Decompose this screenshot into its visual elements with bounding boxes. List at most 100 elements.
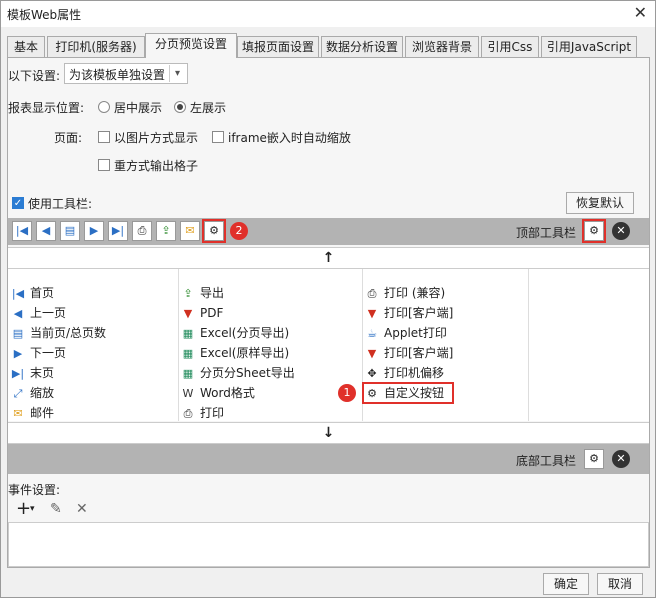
iframe-zoom-checkbox[interactable] bbox=[212, 131, 224, 143]
scope-value: 为该模板单独设置 bbox=[69, 68, 166, 82]
grid-item-excel-sheet[interactable]: ▦ 分页分Sheet导出 bbox=[180, 363, 295, 383]
grid-item-label: 邮件 bbox=[30, 406, 55, 420]
tab-browser-bg[interactable]: 浏览器背景 bbox=[405, 36, 479, 58]
mail-icon[interactable]: ✉ bbox=[180, 221, 200, 241]
next-page-icon[interactable]: ▶ bbox=[84, 221, 104, 241]
grid-item-label: Applet打印 bbox=[384, 326, 447, 340]
close-icon[interactable]: ✕ bbox=[634, 3, 647, 22]
bottom-toolbar-bar: 底部工具栏 ⚙ ✕ bbox=[8, 444, 649, 474]
radio-center[interactable] bbox=[98, 101, 110, 113]
redraw-grid-label: 重方式输出格子 bbox=[114, 159, 199, 173]
print-icon[interactable]: ⎙ bbox=[132, 221, 152, 241]
excel-icon: ▦ bbox=[182, 367, 194, 380]
grid-item-printer-offset[interactable]: ✥ 打印机偏移 bbox=[364, 363, 444, 383]
grid-item-first[interactable]: |◀ 首页 bbox=[10, 283, 54, 303]
bottom-toolbar-label: 底部工具栏 bbox=[516, 454, 577, 468]
excel-icon: ▦ bbox=[182, 347, 194, 360]
toolbar-clear-icon[interactable]: ✕ bbox=[612, 222, 630, 240]
grid-item-label: Excel(分页导出) bbox=[200, 326, 290, 340]
grid-item-applet-print[interactable]: ☕ Applet打印 bbox=[364, 323, 447, 343]
tab-printer-server[interactable]: 打印机(服务器) bbox=[47, 36, 145, 58]
edit-icon[interactable]: ✎ bbox=[50, 501, 62, 517]
grid-item-label: Word格式 bbox=[200, 386, 255, 400]
dialog-window: 模板Web属性 ✕ 基本 打印机(服务器) 分页预览设置 填报页面设置 数据分析… bbox=[0, 0, 656, 598]
ok-button[interactable]: 确定 bbox=[543, 573, 589, 595]
grid-item-print-compat[interactable]: ⎙ 打印 (兼容) bbox=[364, 283, 446, 303]
export-icon[interactable]: ⇪ bbox=[156, 221, 176, 241]
events-list[interactable] bbox=[8, 522, 649, 567]
grid-item-label: 末页 bbox=[30, 366, 55, 380]
redraw-grid-checkbox[interactable] bbox=[98, 159, 110, 171]
scope-label: 以下设置: bbox=[8, 69, 61, 83]
cancel-button[interactable]: 取消 bbox=[597, 573, 643, 595]
use-toolbar-checkbox[interactable]: ✓ bbox=[12, 197, 24, 209]
page-count-icon[interactable]: ▤ bbox=[60, 221, 80, 241]
toolbar-settings-gear-icon[interactable]: ⚙ bbox=[584, 449, 604, 469]
restore-default-button[interactable]: 恢复默认 bbox=[566, 192, 634, 214]
pdf-print-icon: ▼ bbox=[367, 307, 377, 320]
grid-item-word[interactable]: W Word格式 bbox=[180, 383, 255, 403]
title-bar: 模板Web属性 ✕ bbox=[1, 1, 655, 27]
highlight-box-3 bbox=[582, 219, 606, 243]
page-count-icon: ▤ bbox=[12, 327, 24, 340]
add-event-icon[interactable]: + bbox=[16, 498, 31, 519]
pdf-icon: ▼ bbox=[183, 307, 193, 320]
move-down-row[interactable]: ↓ bbox=[8, 422, 649, 444]
grid-item-prev[interactable]: ◀ 上一页 bbox=[10, 303, 66, 323]
image-mode-checkbox[interactable] bbox=[98, 131, 110, 143]
grid-item-label: 打印 (兼容) bbox=[384, 286, 446, 300]
export-icon: ⇪ bbox=[183, 287, 193, 300]
tab-ref-css[interactable]: 引用Css bbox=[481, 36, 539, 58]
grid-item-label: PDF bbox=[200, 306, 224, 320]
grid-item-label: 缩放 bbox=[30, 386, 55, 400]
last-page-icon[interactable]: ▶| bbox=[108, 221, 128, 241]
grid-item-last[interactable]: ▶| 末页 bbox=[10, 363, 54, 383]
tab-data-analysis[interactable]: 数据分析设置 bbox=[321, 36, 403, 58]
last-page-icon: ▶| bbox=[11, 367, 25, 380]
add-event-caret-icon[interactable]: ▾ bbox=[30, 504, 35, 514]
grid-item-label: 打印机偏移 bbox=[384, 366, 445, 380]
grid-item-zoom[interactable]: ⤢ 缩放 bbox=[10, 383, 54, 403]
first-page-icon[interactable]: |◀ bbox=[12, 221, 32, 241]
toolbar-clear-icon[interactable]: ✕ bbox=[612, 450, 630, 468]
tab-fill-page[interactable]: 填报页面设置 bbox=[237, 36, 319, 58]
grid-item-mail[interactable]: ✉ 邮件 bbox=[10, 403, 54, 423]
next-page-icon: ▶ bbox=[13, 347, 23, 360]
grid-item-print-client-2[interactable]: ▼ 打印[客户端] bbox=[364, 343, 454, 363]
radio-left[interactable] bbox=[174, 101, 186, 113]
grid-item-page-count[interactable]: ▤ 当前页/总页数 bbox=[10, 323, 106, 343]
grid-item-label: 打印[客户端] bbox=[384, 306, 454, 320]
grid-item-excel-page[interactable]: ▦ Excel(分页导出) bbox=[180, 323, 289, 343]
word-icon: W bbox=[182, 387, 194, 400]
grid-item-print[interactable]: ⎙ 打印 bbox=[180, 403, 224, 423]
tab-paging-preview[interactable]: 分页预览设置 bbox=[145, 33, 237, 58]
prev-page-icon[interactable]: ◀ bbox=[36, 221, 56, 241]
radio-center-label: 居中展示 bbox=[114, 101, 163, 115]
annotation-badge-2: 2 bbox=[230, 222, 248, 240]
use-toolbar-label: 使用工具栏: bbox=[28, 197, 93, 211]
tab-basic[interactable]: 基本 bbox=[7, 36, 45, 58]
grid-item-label: 首页 bbox=[30, 286, 55, 300]
grid-item-next[interactable]: ▶ 下一页 bbox=[10, 343, 66, 363]
move-up-row[interactable]: ↑ bbox=[8, 247, 649, 269]
zoom-icon: ⤢ bbox=[13, 387, 23, 400]
grid-item-excel-original[interactable]: ▦ Excel(原样导出) bbox=[180, 343, 289, 363]
grid-item-label: 下一页 bbox=[30, 346, 67, 360]
radio-left-label: 左展示 bbox=[190, 101, 227, 115]
chevron-down-icon: ▾ bbox=[169, 65, 185, 82]
scope-select[interactable]: 为该模板单独设置 ▾ bbox=[64, 63, 188, 84]
highlight-box-1 bbox=[362, 382, 454, 404]
grid-item-pdf[interactable]: ▼ PDF bbox=[180, 303, 224, 323]
highlight-box-2 bbox=[202, 219, 226, 243]
grid-item-export[interactable]: ⇪ 导出 bbox=[180, 283, 224, 303]
grid-item-print-client[interactable]: ▼ 打印[客户端] bbox=[364, 303, 454, 323]
down-arrow-icon: ↓ bbox=[322, 425, 335, 441]
mail-icon: ✉ bbox=[13, 407, 23, 420]
top-toolbar-label: 顶部工具栏 bbox=[516, 226, 577, 240]
settings-panel: 以下设置: 为该模板单独设置 ▾ 报表显示位置: 居中展示 左展示 页面: 以图… bbox=[7, 57, 650, 568]
delete-icon[interactable]: ✕ bbox=[76, 501, 88, 517]
print-icon: ⎙ bbox=[183, 407, 193, 420]
grid-item-label: 分页分Sheet导出 bbox=[200, 366, 295, 380]
tab-ref-js[interactable]: 引用JavaScript bbox=[541, 36, 637, 58]
page-label: 页面: bbox=[54, 131, 83, 145]
